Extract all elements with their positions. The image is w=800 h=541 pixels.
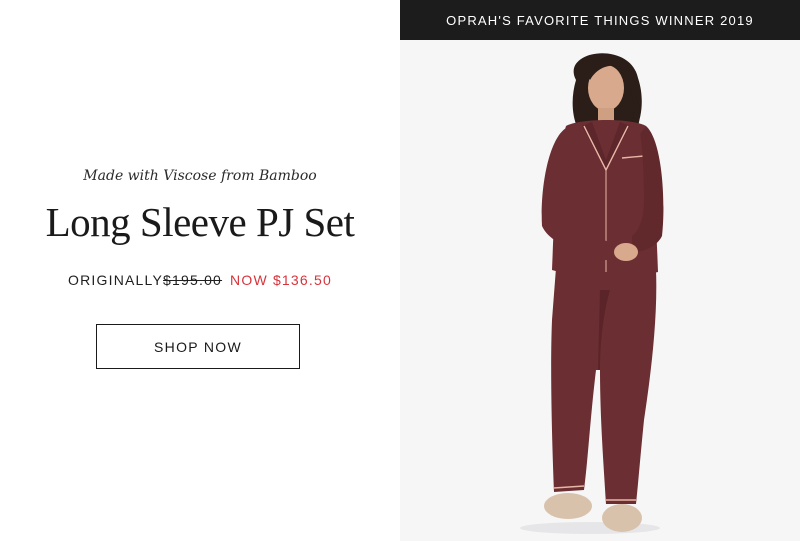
product-photo[interactable]: OPRAH'S FAVORITE THINGS WINNER 2019 (400, 0, 800, 541)
sale-price: NOW $136.50 (230, 272, 332, 288)
product-title: Long Sleeve PJ Set (45, 199, 355, 245)
promo-copy: Made with Viscose from Bamboo Long Sleev… (0, 0, 400, 541)
award-banner: OPRAH'S FAVORITE THINGS WINNER 2019 (400, 0, 800, 40)
price-row: ORIGINALLY$195.00 NOW $136.50 (0, 272, 400, 288)
model-image (520, 53, 664, 534)
product-eyebrow: Made with Viscose from Bamboo (83, 168, 317, 184)
promo-card: Made with Viscose from Bamboo Long Sleev… (0, 0, 800, 541)
left-slipper (544, 493, 592, 519)
original-price: $195.00 (163, 272, 223, 288)
shop-now-button[interactable]: SHOP NOW (96, 324, 300, 369)
right-slipper (602, 504, 642, 532)
hands (614, 243, 638, 261)
original-price-label: ORIGINALLY (68, 272, 164, 288)
